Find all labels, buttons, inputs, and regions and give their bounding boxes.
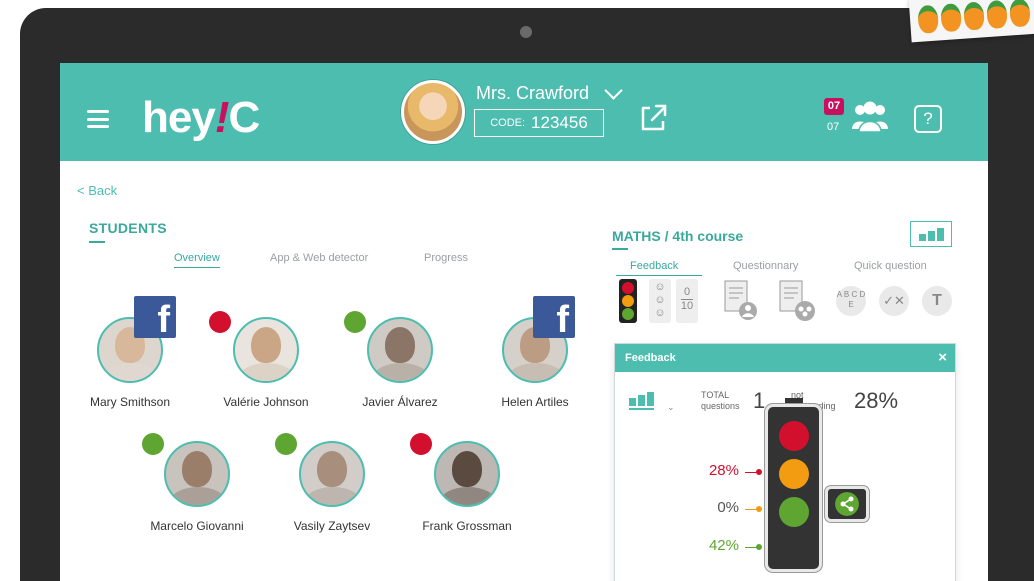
smiley-scale-icon[interactable]: ☺ ☺ ☺: [649, 279, 671, 323]
student-name: Marcelo Giovanni: [150, 519, 244, 533]
student-name: Valérie Johnson: [223, 395, 309, 409]
external-link-icon[interactable]: [638, 103, 668, 133]
app-header: hey!C Mrs. Crawford CODE: 123456 07 07 ?: [60, 63, 988, 161]
text-tool-icon[interactable]: T: [922, 286, 952, 316]
bar-chart-icon[interactable]: [629, 392, 654, 410]
tab-progress[interactable]: Progress: [424, 252, 468, 264]
document-user-icon[interactable]: [724, 279, 758, 323]
students-group-icon[interactable]: [850, 99, 890, 133]
student-name: Helen Artiles: [501, 395, 569, 409]
abc-sort-icon[interactable]: A B C D E: [836, 286, 866, 316]
tab-overview[interactable]: Overview: [174, 252, 220, 268]
students-title: STUDENTS: [89, 220, 167, 243]
heyc-logo: hey!C: [142, 93, 260, 142]
student-photo: [434, 441, 500, 507]
check-cross-icon[interactable]: ✓✕: [879, 286, 909, 316]
score-tool-icon[interactable]: 0 10: [676, 279, 698, 323]
feedback-panel: Feedback × ⌄ TOTALquestions 1 notrespond…: [615, 344, 955, 581]
facebook-icon: f: [134, 296, 176, 341]
class-code: CODE: 123456: [474, 109, 604, 137]
status-dot-red: [410, 433, 432, 455]
total-questions-label: TOTAL questions: [701, 390, 740, 411]
close-icon[interactable]: ×: [938, 349, 947, 366]
green-lamp: [779, 497, 809, 527]
document-group-icon[interactable]: [779, 279, 817, 323]
status-dot-red: [209, 311, 231, 333]
status-dot-green: [142, 433, 164, 455]
not-responding-value: 28%: [854, 388, 899, 413]
red-connector: [745, 469, 762, 475]
student-name: Frank Grossman: [422, 519, 512, 533]
code-value: 123456: [531, 113, 588, 132]
tab-app-web-detector[interactable]: App & Web detector: [270, 252, 368, 264]
red-percentage: 28%: [708, 462, 739, 479]
yellow-connector: [745, 506, 762, 512]
back-link[interactable]: < Back: [77, 183, 117, 198]
traffic-light-tool-icon[interactable]: [619, 279, 637, 323]
hamburger-menu-icon[interactable]: [87, 110, 109, 128]
yellow-percentage: 0%: [717, 499, 739, 516]
feedback-panel-title: Feedback: [625, 352, 676, 364]
student-photo: [233, 317, 299, 383]
share-icon: [835, 492, 859, 516]
camera-dot: [520, 26, 532, 38]
student-photo: [367, 317, 433, 383]
notification-badge[interactable]: 07: [824, 98, 844, 115]
student-photo: [164, 441, 230, 507]
help-icon[interactable]: ?: [914, 105, 942, 133]
course-title: MATHS / 4th course: [612, 228, 744, 250]
status-dot-green: [344, 311, 366, 333]
student-card[interactable]: Mary Smithson: [60, 317, 200, 409]
chevron-down-icon[interactable]: ⌄: [667, 402, 675, 413]
green-percentage: 42%: [708, 537, 739, 554]
share-results-button[interactable]: [825, 486, 869, 522]
feedback-panel-header: Feedback ×: [615, 344, 955, 372]
code-label: CODE:: [490, 117, 526, 129]
yellow-lamp: [779, 459, 809, 489]
tab-questionnary[interactable]: Questionnary: [733, 260, 798, 272]
tab-feedback-label: Feedback: [630, 260, 679, 272]
app-screen: hey!C Mrs. Crawford CODE: 123456 07 07 ?…: [60, 63, 988, 581]
total-questions-value: 1: [753, 388, 766, 413]
student-photo: [299, 441, 365, 507]
tab-feedback[interactable]: Feedback: [616, 260, 702, 276]
traffic-light: [765, 404, 822, 572]
chevron-down-icon[interactable]: [607, 84, 620, 97]
teacher-name[interactable]: Mrs. Crawford: [476, 83, 589, 104]
tab-quick-question[interactable]: Quick question: [854, 260, 927, 272]
green-connector: [745, 544, 762, 550]
teacher-avatar[interactable]: [401, 80, 465, 144]
student-name: Vasily Zaytsev: [293, 519, 371, 533]
chart-view-button[interactable]: [910, 221, 952, 247]
status-dot-green: [275, 433, 297, 455]
student-count: 07: [827, 121, 840, 133]
student-name: Mary Smithson: [89, 395, 171, 409]
facebook-icon: f: [533, 296, 575, 341]
student-card[interactable]: Marcelo Giovanni: [127, 441, 267, 533]
student-name: Javier Álvarez: [362, 395, 438, 409]
red-lamp: [779, 421, 809, 451]
